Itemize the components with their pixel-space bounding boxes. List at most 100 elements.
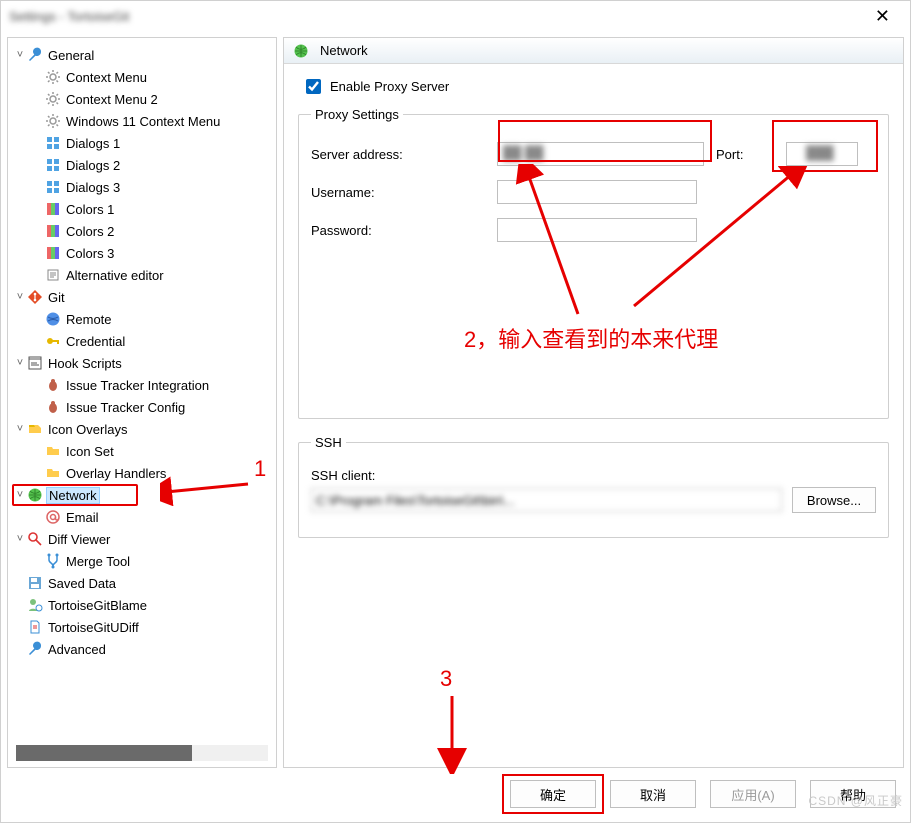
- tree-context-menu-2[interactable]: Context Menu 2: [32, 88, 274, 110]
- tree-label: Merge Tool: [64, 554, 132, 569]
- merge-icon: [44, 552, 62, 570]
- password-input[interactable]: [497, 218, 697, 242]
- key-icon: [44, 332, 62, 350]
- windows-icon: [44, 134, 62, 152]
- right-panel: Network Enable Proxy Server Proxy Settin…: [283, 37, 904, 768]
- server-address-input[interactable]: [497, 142, 704, 166]
- tree-win11-context-menu[interactable]: Windows 11 Context Menu: [32, 110, 274, 132]
- panel-header: Network: [284, 38, 903, 64]
- username-input[interactable]: [497, 180, 697, 204]
- at-icon: [44, 508, 62, 526]
- windows-icon: [44, 156, 62, 174]
- tree-label: TortoiseGitBlame: [46, 598, 149, 613]
- password-label: Password:: [311, 223, 491, 238]
- tree-colors-3[interactable]: Colors 3: [32, 242, 274, 264]
- panel-title: Network: [320, 43, 368, 58]
- tree-label: Icon Overlays: [46, 422, 129, 437]
- overlay-icon: [26, 420, 44, 438]
- tree-label: Issue Tracker Integration: [64, 378, 211, 393]
- dialog-buttons: 确定 取消 应用(A) 帮助: [1, 774, 910, 822]
- tree-issue-tracker-config[interactable]: Issue Tracker Config: [32, 396, 274, 418]
- gear-icon: [44, 90, 62, 108]
- tree-git[interactable]: ˅ Git: [14, 286, 274, 308]
- tree-label: Network: [46, 487, 100, 504]
- tree-icon-set[interactable]: Icon Set: [32, 440, 274, 462]
- folder-icon: [44, 464, 62, 482]
- tree-network[interactable]: ˅ Network: [12, 484, 138, 506]
- tree-label: TortoiseGitUDiff: [46, 620, 141, 635]
- username-label: Username:: [311, 185, 491, 200]
- tree-label: Remote: [64, 312, 114, 327]
- wrench-icon: [26, 640, 44, 658]
- ssh-group: SSH SSH client: Browse...: [298, 435, 889, 538]
- wrench-icon: [26, 46, 44, 64]
- tree-diff[interactable]: ˅ Diff Viewer: [14, 528, 274, 550]
- tree-context-menu[interactable]: Context Menu: [32, 66, 274, 88]
- cancel-button[interactable]: 取消: [610, 780, 696, 808]
- ssh-client-label: SSH client:: [311, 468, 876, 483]
- tree-label: Dialogs 1: [64, 136, 122, 151]
- annotation-arrow-3: [432, 694, 472, 774]
- ssh-client-input[interactable]: [311, 488, 782, 512]
- windows-icon: [44, 178, 62, 196]
- tree-blame[interactable]: TortoiseGitBlame: [14, 594, 274, 616]
- tree-email[interactable]: Email: [32, 506, 274, 528]
- globe-icon: [292, 42, 310, 60]
- port-input[interactable]: [786, 142, 858, 166]
- apply-button[interactable]: 应用(A): [710, 780, 796, 808]
- collapse-icon[interactable]: ˅: [14, 489, 26, 501]
- tree-udiff[interactable]: TortoiseGitUDiff: [14, 616, 274, 638]
- tree-merge-tool[interactable]: Merge Tool: [32, 550, 274, 572]
- tree-label: General: [46, 48, 96, 63]
- tree-alternative-editor[interactable]: Alternative editor: [32, 264, 274, 286]
- tree-dialogs-2[interactable]: Dialogs 2: [32, 154, 274, 176]
- collapse-icon[interactable]: ˅: [14, 291, 26, 303]
- collapse-icon[interactable]: ˅: [14, 533, 26, 545]
- tree-label: Context Menu: [64, 70, 149, 85]
- tree-label: Credential: [64, 334, 127, 349]
- tree-dialogs-3[interactable]: Dialogs 3: [32, 176, 274, 198]
- server-address-label: Server address:: [311, 147, 491, 162]
- globe-icon: [26, 486, 44, 504]
- tree-issue-tracker-integration[interactable]: Issue Tracker Integration: [32, 374, 274, 396]
- git-icon: [26, 288, 44, 306]
- colors-icon: [44, 222, 62, 240]
- tree-horizontal-scrollbar[interactable]: [16, 745, 268, 761]
- tree-colors-1[interactable]: Colors 1: [32, 198, 274, 220]
- folder-icon: [44, 442, 62, 460]
- gear-icon: [44, 112, 62, 130]
- tree-label: Overlay Handlers: [64, 466, 168, 481]
- titlebar: Settings - TortoiseGit ✕: [1, 1, 910, 31]
- tree-general[interactable]: ˅ General: [14, 44, 274, 66]
- bug-icon: [44, 376, 62, 394]
- collapse-icon[interactable]: ˅: [14, 423, 26, 435]
- tree-label: Dialogs 2: [64, 158, 122, 173]
- browse-button[interactable]: Browse...: [792, 487, 876, 513]
- collapse-icon[interactable]: ˅: [14, 49, 26, 61]
- magnifier-icon: [26, 530, 44, 548]
- tree-label: Alternative editor: [64, 268, 166, 283]
- editor-icon: [44, 266, 62, 284]
- settings-window: Settings - TortoiseGit ✕ ˅ General Conte…: [0, 0, 911, 823]
- disk-icon: [26, 574, 44, 592]
- enable-proxy-checkbox[interactable]: [306, 79, 321, 94]
- tree-saved-data[interactable]: Saved Data: [14, 572, 274, 594]
- tree-remote[interactable]: Remote: [32, 308, 274, 330]
- tree-label: Context Menu 2: [64, 92, 160, 107]
- ok-button[interactable]: 确定: [510, 780, 596, 808]
- tree-icon-overlays[interactable]: ˅ Icon Overlays: [14, 418, 274, 440]
- tree-dialogs-1[interactable]: Dialogs 1: [32, 132, 274, 154]
- tree-overlay-handlers[interactable]: Overlay Handlers: [32, 462, 274, 484]
- blame-icon: [26, 596, 44, 614]
- settings-tree[interactable]: ˅ General Context Menu Context Menu 2 Wind…: [8, 38, 276, 743]
- tree-hook[interactable]: ˅ Hook Scripts: [14, 352, 274, 374]
- annotation-text-3: 3: [440, 666, 452, 692]
- collapse-icon[interactable]: ˅: [14, 357, 26, 369]
- tree-advanced[interactable]: Advanced: [14, 638, 274, 660]
- colors-icon: [44, 200, 62, 218]
- bug-icon: [44, 398, 62, 416]
- close-icon[interactable]: ✕: [863, 6, 902, 27]
- tree-credential[interactable]: Credential: [32, 330, 274, 352]
- tree-colors-2[interactable]: Colors 2: [32, 220, 274, 242]
- help-button[interactable]: 帮助: [810, 780, 896, 808]
